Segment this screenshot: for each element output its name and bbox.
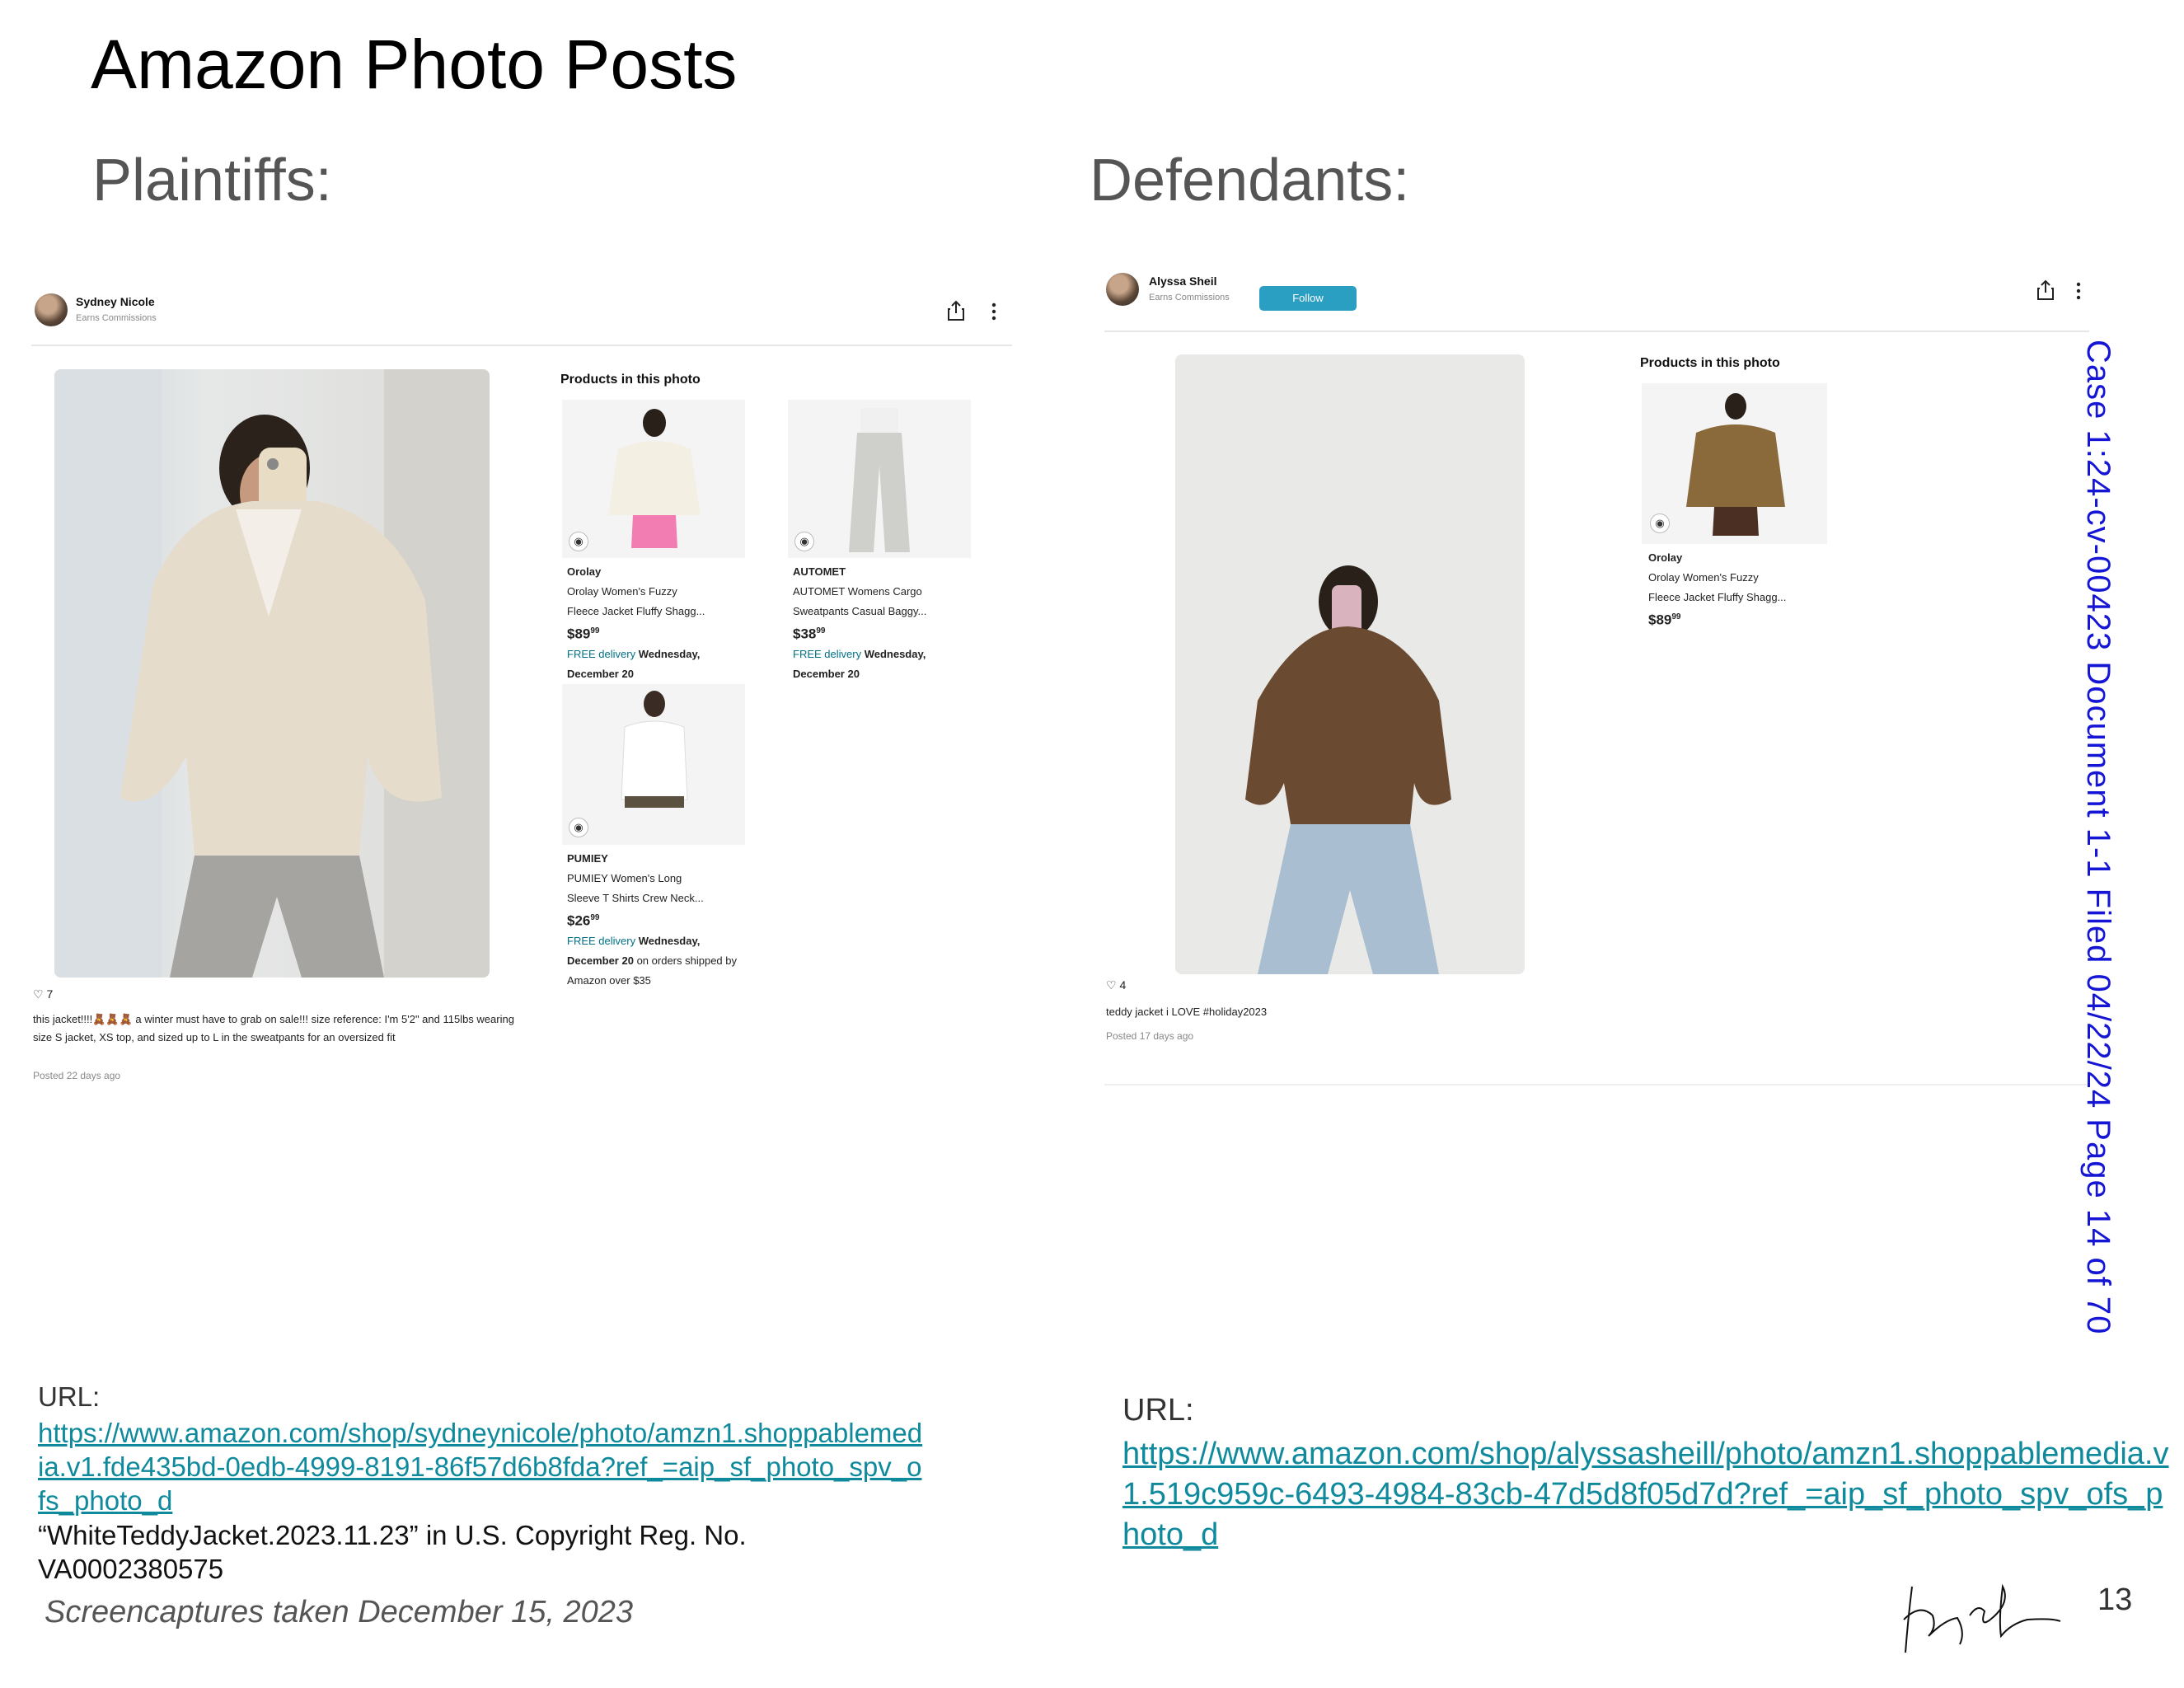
product-price: $8999 bbox=[1648, 612, 1681, 628]
product-brand: PUMIEY bbox=[567, 852, 608, 865]
product-name-line2[interactable]: Sleeve T Shirts Crew Neck... bbox=[567, 889, 757, 908]
post-caption: this jacket!!!!🧸🧸🧸 a winter must have to… bbox=[33, 1013, 514, 1043]
share-icon[interactable] bbox=[946, 300, 966, 326]
post-photo[interactable] bbox=[1175, 354, 1525, 974]
product-brand: AUTOMET bbox=[793, 565, 846, 578]
product-name[interactable]: Orolay Women's Fuzzy bbox=[1648, 568, 1838, 588]
product-info: Orolay Orolay Women's Fuzzy Fleece Jacke… bbox=[567, 562, 757, 684]
product-name-line2[interactable]: Fleece Jacket Fluffy Shagg... bbox=[567, 602, 757, 621]
delivery-threshold: Amazon over $35 bbox=[567, 973, 651, 987]
page-title: Amazon Photo Posts bbox=[91, 26, 738, 103]
product-price: $3899 bbox=[793, 626, 826, 642]
like-count[interactable]: ♡ 7 bbox=[33, 987, 53, 1001]
delivery-date: December 20 on orders shipped by bbox=[567, 954, 737, 967]
delivery-date: December 20 bbox=[567, 667, 634, 680]
delivery-info: FREE delivery Wednesday, bbox=[793, 647, 926, 660]
product-price: $2699 bbox=[567, 912, 600, 929]
product-brand: Orolay bbox=[1648, 551, 1683, 564]
copyright-note: “WhiteTeddyJacket.2023.11.23” in U.S. Co… bbox=[38, 1520, 747, 1584]
eye-icon[interactable]: ◉ bbox=[569, 532, 588, 551]
product-brand: Orolay bbox=[567, 565, 602, 578]
product-image[interactable]: ◉ bbox=[562, 684, 745, 845]
product-name-line2[interactable]: Fleece Jacket Fluffy Shagg... bbox=[1648, 588, 1838, 607]
divider bbox=[1104, 1084, 2089, 1085]
product-image[interactable]: ◉ bbox=[788, 400, 971, 558]
delivery-info: FREE delivery Wednesday, bbox=[567, 934, 701, 947]
more-vert-icon[interactable] bbox=[991, 302, 997, 326]
delivery-info: FREE delivery Wednesday, bbox=[567, 647, 701, 660]
product-info: AUTOMET AUTOMET Womens Cargo Sweatpants … bbox=[793, 562, 982, 684]
earns-commissions-label: Earns Commissions bbox=[76, 313, 157, 323]
like-count[interactable]: ♡ 4 bbox=[1106, 978, 1126, 992]
url-label: URL: bbox=[38, 1381, 101, 1412]
author-name[interactable]: Alyssa Sheil bbox=[1149, 274, 1217, 288]
post-header: Sydney Nicole Earns Commissions bbox=[31, 280, 1012, 346]
eye-icon[interactable]: ◉ bbox=[794, 532, 814, 551]
author-avatar[interactable] bbox=[35, 293, 68, 326]
defendant-screenshot: Alyssa Sheil Earns Commissions Follow Pr… bbox=[1104, 268, 2089, 1092]
post-header: Alyssa Sheil Earns Commissions Follow bbox=[1104, 268, 2089, 332]
page-number: 13 bbox=[2097, 1582, 2133, 1617]
product-image[interactable]: ◉ bbox=[562, 400, 745, 558]
product-price: $8999 bbox=[567, 626, 600, 642]
follow-button[interactable]: Follow bbox=[1259, 286, 1357, 311]
signature bbox=[1887, 1570, 2069, 1665]
post-photo[interactable] bbox=[54, 369, 490, 978]
author-avatar[interactable] bbox=[1106, 273, 1139, 306]
eye-icon[interactable]: ◉ bbox=[569, 818, 588, 837]
post-caption: teddy jacket i LOVE #holiday2023 bbox=[1106, 1006, 1268, 1018]
plaintiffs-heading: Plaintiffs: bbox=[92, 148, 332, 213]
product-info: PUMIEY PUMIEY Women's Long Sleeve T Shir… bbox=[567, 849, 757, 991]
products-heading: Products in this photo bbox=[560, 373, 701, 387]
product-name-line2[interactable]: Sweatpants Casual Baggy... bbox=[793, 602, 982, 621]
screencapture-note: Screencaptures taken December 15, 2023 bbox=[45, 1595, 633, 1629]
eye-icon[interactable]: ◉ bbox=[1650, 513, 1670, 533]
posted-time: Posted 17 days ago bbox=[1106, 1030, 1194, 1042]
products-heading: Products in this photo bbox=[1640, 356, 1780, 370]
share-icon[interactable] bbox=[2036, 279, 2055, 305]
plaintiff-screenshot: Sydney Nicole Earns Commissions Products… bbox=[31, 280, 1012, 1088]
earns-commissions-label: Earns Commissions bbox=[1149, 293, 1230, 302]
heart-icon[interactable]: ♡ bbox=[33, 987, 44, 1001]
defendant-url-link[interactable]: https://www.amazon.com/shop/alyssasheill… bbox=[1122, 1434, 2169, 1555]
plaintiff-url-link[interactable]: https://www.amazon.com/shop/sydneynicole… bbox=[38, 1416, 928, 1517]
product-name[interactable]: Orolay Women's Fuzzy bbox=[567, 582, 757, 602]
case-stamp: Case 1:24-cv-00423 Document 1-1 Filed 04… bbox=[2080, 340, 2116, 1335]
url-label: URL: bbox=[1122, 1393, 1194, 1428]
more-vert-icon[interactable] bbox=[2075, 281, 2082, 305]
product-name[interactable]: AUTOMET Womens Cargo bbox=[793, 582, 982, 602]
author-name[interactable]: Sydney Nicole bbox=[76, 295, 155, 308]
product-info: Orolay Orolay Women's Fuzzy Fleece Jacke… bbox=[1648, 548, 1838, 631]
defendants-heading: Defendants: bbox=[1090, 148, 1410, 213]
product-image[interactable]: ◉ bbox=[1642, 383, 1827, 544]
product-name[interactable]: PUMIEY Women's Long bbox=[567, 869, 757, 889]
posted-time: Posted 22 days ago bbox=[33, 1070, 121, 1081]
delivery-date: December 20 bbox=[793, 667, 860, 680]
heart-icon[interactable]: ♡ bbox=[1106, 978, 1117, 992]
